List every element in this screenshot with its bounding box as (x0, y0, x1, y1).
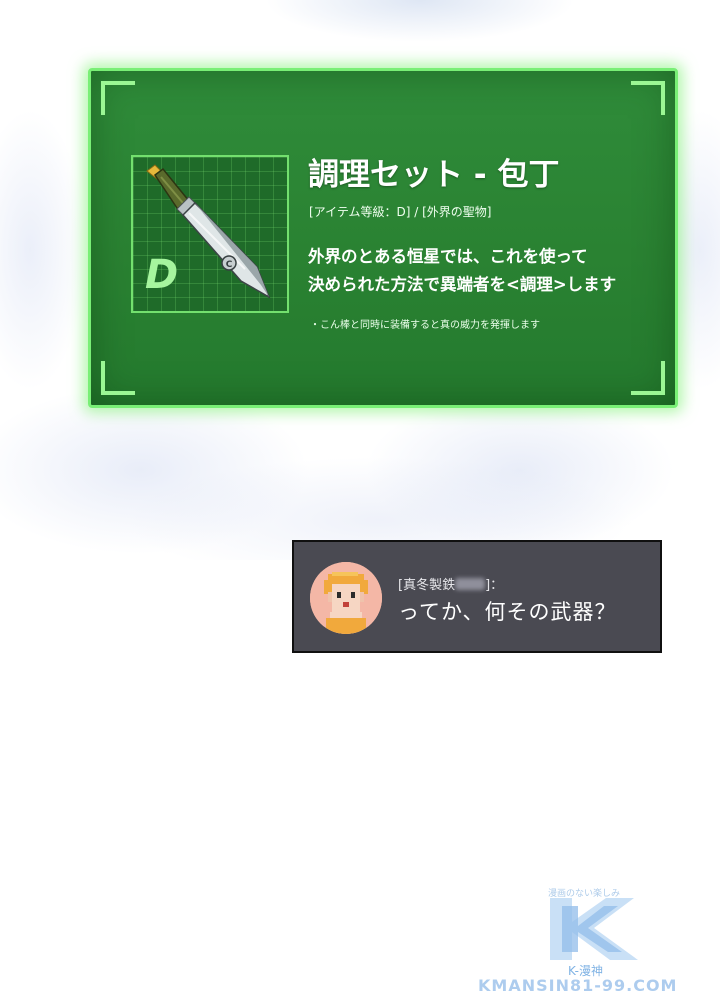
card-corner-bottom-left (101, 361, 135, 395)
chat-speaker-name: [真冬製鉄 ]： (398, 574, 503, 593)
card-corner-top-right (631, 81, 665, 115)
item-set-bonus-note: ・こん棒と同時に装備すると真の威力を発揮します (310, 320, 540, 331)
avatar (310, 562, 382, 634)
item-name: 調理セット - 包丁 (308, 157, 560, 193)
site-watermark: 漫画のない楽しみ K-漫神 KMANSIN81-99.COM (478, 884, 718, 995)
speaker-prefix: [真冬製鉄 (398, 578, 456, 593)
item-description-line: 決められた方法で異端者を<調理>します (308, 275, 617, 294)
watermark-logo-icon (550, 898, 638, 960)
pixel-avatar-icon (310, 562, 382, 634)
item-info-card: C D 調理セット - 包丁 [アイテム等級：D] / [外界の聖物] 外界のと… (88, 68, 678, 408)
item-icon-frame: C D (131, 155, 289, 313)
item-description: 外界のとある恒星では、これを使って 決められた方法で異端者を<調理>します (308, 243, 658, 299)
speaker-suffix: ]： (485, 578, 504, 593)
chat-message-box: [真冬製鉄 ]： ってか、何その武器？ (292, 540, 662, 653)
card-corner-top-left (101, 81, 135, 115)
watermark-url: KMANSIN81-99.COM (478, 976, 678, 995)
card-corner-bottom-right (631, 361, 665, 395)
censored-name-blur (455, 578, 486, 590)
item-grade-category: [アイテム等級：D] / [外界の聖物] (309, 205, 492, 219)
item-description-line: 外界のとある恒星では、これを使って (308, 247, 588, 266)
item-grade-badge: D (145, 252, 179, 298)
chat-message-text: ってか、何その武器？ (398, 600, 617, 624)
svg-text:C: C (226, 260, 233, 270)
